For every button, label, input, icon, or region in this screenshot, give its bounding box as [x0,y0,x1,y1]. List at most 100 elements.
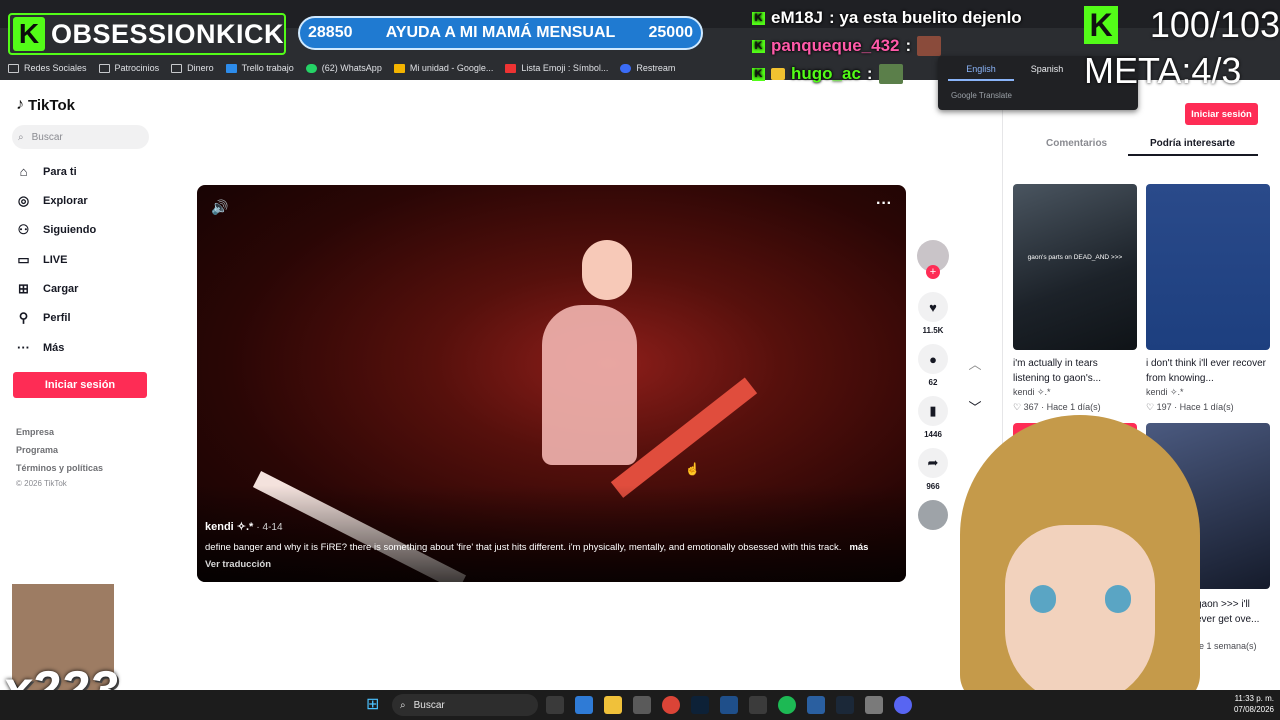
bookmark-item[interactable]: Lista Emoji : Símbol... [505,63,608,73]
like-count: 11.5K [922,326,944,335]
tab-spanish[interactable]: Spanish [1014,64,1080,81]
vegas-icon[interactable] [807,696,825,714]
app-icon[interactable] [865,696,883,714]
crown-badge-icon [771,68,785,80]
tab-might-interest[interactable]: Podría interesarte [1150,138,1235,149]
store-icon[interactable] [633,696,651,714]
video-author[interactable]: kendi ✧.* · 4-14 [205,520,283,533]
live-icon: ▭ [17,252,30,267]
spotify-icon[interactable] [778,696,796,714]
tab-english[interactable]: English [948,64,1014,81]
footer-link-terminos[interactable]: Términos y políticas [16,463,103,473]
nav-item-para-ti[interactable]: ⌂ Para ti [16,164,77,179]
home-icon: ⌂ [19,164,28,179]
chrome-icon[interactable] [662,696,680,714]
vtuber-avatar [960,415,1200,705]
emoji-list-icon [505,63,517,73]
active-tab-indicator [1128,154,1258,156]
comment-count: 62 [928,378,938,387]
emote-icon [917,36,942,56]
video-title[interactable]: i'm actually in tears listening to gaon'… [1013,356,1137,386]
kick-badge-icon: K [752,39,765,53]
bookmark-item[interactable]: Restream [620,63,675,73]
streamer-brand-banner: K OBSESSIONKICK [8,13,286,55]
whatsapp-icon [305,63,317,73]
video-title[interactable]: i don't think i'll ever recover from kno… [1146,356,1270,386]
share-icon[interactable]: ➦ [918,448,948,478]
save-action[interactable]: ▮ 1446 [918,396,948,439]
discord-icon[interactable] [894,696,912,714]
profile-icon: ⚲ [18,310,29,325]
taskbar-search[interactable]: ⌕ Buscar [392,694,538,716]
follow-plus-icon[interactable]: + [926,265,940,279]
photoshop-icon[interactable] [691,696,709,714]
video-caption: define banger and why it is FiRE? there … [205,542,869,553]
nav-item-perfil[interactable]: ⚲ Perfil [16,310,71,326]
video-author[interactable]: kendi ✧.* [1013,387,1137,398]
bookmark-item[interactable]: Dinero [171,63,214,73]
comment-icon[interactable]: ● [918,344,948,374]
vtuber-face-shape [1005,525,1155,705]
kick-badge-icon: K [752,67,765,81]
trello-icon [225,63,237,73]
video-author[interactable]: kendi ✧.* [1146,387,1270,398]
bookmark-item[interactable]: Patrocinios [98,63,159,73]
folder-icon [8,63,19,73]
goal-title: AYUDA A MI MAMÁ MENSUAL [385,24,616,41]
tab-comments[interactable]: Comentarios [1046,138,1107,149]
login-top-button[interactable]: Iniciar sesión [1185,103,1258,125]
chevron-up-icon[interactable]: ︿ [962,350,988,376]
bookmark-item[interactable]: Trello trabajo [225,63,294,73]
video-thumbnail[interactable] [1146,184,1270,350]
taskbar-clock: 11:33 p. m. 07/08/2026 [1233,694,1274,714]
following-icon: ⚇ [17,222,30,237]
folder-icon [171,63,183,73]
steam-icon[interactable] [836,696,854,714]
nav-item-live[interactable]: ▭ LIVE [16,252,67,268]
obs-icon[interactable] [749,696,767,714]
heart-icon[interactable]: ♥ [918,292,948,322]
login-button[interactable]: Iniciar sesión [13,372,147,398]
subscriber-counter: 100/103 [1149,4,1280,45]
footer-link-programa[interactable]: Programa [16,445,58,455]
nav-item-siguiendo[interactable]: ⚇ Siguiendo [16,222,97,238]
nav-item-mas[interactable]: ··· Más [16,340,64,355]
music-disc-avatar[interactable] [918,500,948,530]
upload-icon: ⊞ [18,281,29,296]
bookmark-item[interactable]: Redes Sociales [8,63,87,73]
share-action[interactable]: ➦ 966 [918,448,948,491]
goal-target: 25000 [648,24,694,41]
caption-more-link[interactable]: más [849,542,868,553]
restream-icon [620,63,632,73]
task-view-icon[interactable] [546,696,564,714]
drive-icon [393,63,405,73]
video-player[interactable]: 🔊 ··· ☝ kendi ✧.* · 4-14 define banger a… [197,185,906,582]
bookmark-item[interactable]: Mi unidad - Google... [393,63,493,73]
save-count: 1446 [924,430,942,439]
nav-item-cargar[interactable]: ⊞ Cargar [16,281,78,297]
app-v-icon[interactable] [720,696,738,714]
more-icon: ··· [17,340,30,355]
settings-icon[interactable] [575,696,593,714]
recommended-video-card[interactable]: i don't think i'll ever recover from kno… [1146,184,1270,413]
footer-link-empresa[interactable]: Empresa [16,427,54,437]
video-title[interactable]: gaon >>> i'll ever get ove... [1196,597,1270,627]
mouse-cursor-icon: ☝ [685,462,700,476]
recommended-video-card[interactable]: gaon's parts on DEAD_AND >>> i'm actuall… [1013,184,1137,413]
video-thumbnail[interactable]: gaon's parts on DEAD_AND >>> [1013,184,1137,350]
tiktok-logo[interactable]: ♪ TikTok [16,96,75,114]
search-input[interactable]: ⌕ Buscar [12,125,149,149]
vtuber-eye-shape [1030,585,1056,613]
video-date: · 4-14 [256,522,283,533]
bookmark-icon[interactable]: ▮ [918,396,948,426]
see-translation-link[interactable]: Ver traducción [205,559,271,570]
like-action[interactable]: ♥ 11.5K [918,292,948,335]
bookmark-item[interactable]: (62) WhatsApp [305,63,382,73]
copyright-text: © 2026 TikTok [16,479,67,488]
comment-action[interactable]: ● 62 [918,344,948,387]
file-explorer-icon[interactable] [604,696,622,714]
nav-item-explorar[interactable]: ◎ Explorar [16,193,88,209]
volume-icon[interactable]: 🔊 [211,199,228,216]
windows-start-icon[interactable]: ⊞ [366,697,382,713]
more-options-icon[interactable]: ··· [876,195,892,213]
